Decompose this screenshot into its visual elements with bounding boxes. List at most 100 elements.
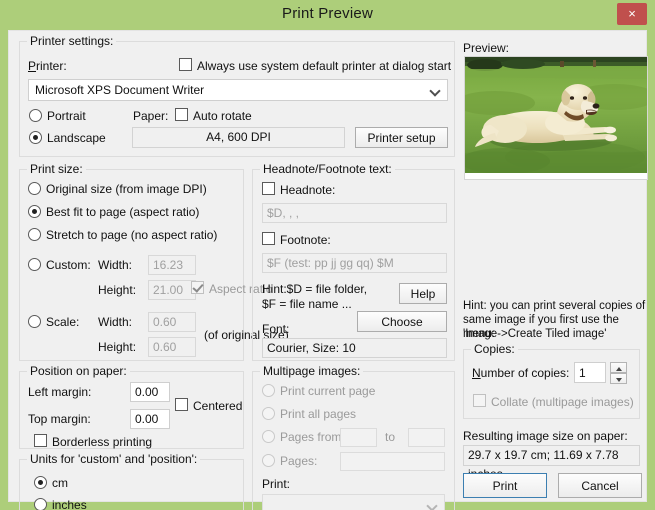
always-default-printer-label: Always use system default printer at dia… — [197, 59, 452, 73]
chevron-down-icon — [431, 87, 440, 93]
auto-rotate-checkbox[interactable] — [175, 108, 188, 121]
left-margin-label: Left margin: — [28, 385, 92, 399]
print-size-original-label: Original size (from image DPI) — [46, 182, 207, 196]
headnote-hint-line2: $F = file name ... — [262, 297, 352, 311]
left-margin-input[interactable] — [130, 382, 170, 402]
print-size-custom-label: Custom: — [46, 258, 91, 272]
custom-height-input[interactable] — [148, 280, 196, 300]
scale-height-input[interactable] — [148, 337, 196, 357]
print-size-scale-radio[interactable] — [28, 315, 41, 328]
units-legend: Units for 'custom' and 'position': — [27, 452, 201, 466]
footnote-input[interactable] — [262, 253, 447, 273]
centered-checkbox[interactable] — [175, 398, 188, 411]
headnote-checkbox[interactable] — [262, 182, 275, 195]
number-of-copies-stepper[interactable] — [610, 362, 627, 384]
collate-checkbox[interactable] — [473, 394, 486, 407]
number-of-copies-label: Number of copies: — [472, 366, 570, 380]
cancel-button[interactable]: Cancel — [558, 473, 642, 498]
help-button[interactable]: Help — [399, 283, 447, 304]
print-button[interactable]: Print — [463, 473, 547, 498]
units-inches-label: inches — [52, 498, 87, 510]
choose-font-button[interactable]: Choose — [357, 311, 447, 332]
pages-to-input[interactable] — [408, 428, 445, 447]
print-mode-combo[interactable] — [262, 494, 445, 510]
headnote-footnote-legend: Headnote/Footnote text: — [260, 162, 395, 176]
number-of-copies-input[interactable] — [574, 362, 606, 383]
orientation-portrait-radio[interactable] — [29, 109, 42, 122]
print-all-pages-label: Print all pages — [280, 407, 357, 421]
top-margin-input[interactable] — [130, 409, 170, 429]
always-default-printer-checkbox[interactable] — [179, 58, 192, 71]
orientation-landscape-radio[interactable] — [29, 131, 42, 144]
borderless-printing-checkbox[interactable] — [34, 434, 47, 447]
print-size-stretch-label: Stretch to page (no aspect ratio) — [46, 228, 218, 242]
print-size-bestfit-label: Best fit to page (aspect ratio) — [46, 205, 200, 219]
stepper-down-icon[interactable] — [610, 373, 627, 384]
pages-to-label: to — [385, 430, 396, 444]
copies-hint-line3: 'Image->Create Tiled image' — [463, 328, 607, 340]
custom-height-label: Height: — [98, 283, 137, 297]
collate-label: Collate (multipage images) — [491, 395, 634, 409]
copies-hint-line1: Hint: you can print several copies of — [463, 300, 646, 312]
pages-from-input[interactable] — [340, 428, 377, 447]
pages-label: Pages: — [280, 454, 318, 468]
print-size-bestfit-radio[interactable] — [28, 205, 41, 218]
print-size-original-radio[interactable] — [28, 182, 41, 195]
footnote-checkbox[interactable] — [262, 232, 275, 245]
preview-label: Preview: — [463, 41, 510, 55]
custom-width-label: Width: — [98, 258, 133, 272]
pages-from-radio[interactable] — [262, 430, 275, 443]
print-all-pages-radio[interactable] — [262, 407, 275, 420]
copies-group: Copies: Number of copies: Collate (multi… — [463, 342, 640, 419]
multipage-images-group: Multipage images: Print current page Pri… — [252, 364, 455, 510]
printer-setup-button[interactable]: Printer setup — [355, 127, 448, 148]
units-inches-radio[interactable] — [34, 498, 47, 510]
units-group: Units for 'custom' and 'position': cm in… — [19, 452, 244, 510]
preview-frame — [464, 56, 648, 180]
print-preview-dialog: Print Preview × Printer settings: Printe… — [0, 0, 655, 510]
stepper-up-icon[interactable] — [610, 362, 627, 373]
printer-label: Printer: — [28, 59, 67, 73]
chevron-down-icon — [428, 502, 437, 508]
pages-from-label: Pages from: — [280, 430, 345, 444]
top-margin-label: Top margin: — [28, 412, 91, 426]
paper-info-field: A4, 600 DPI — [132, 127, 345, 148]
centered-label: Centered — [193, 399, 243, 413]
title-bar: Print Preview × — [0, 0, 655, 30]
printer-settings-legend: Printer settings: — [27, 34, 117, 48]
dog-photo-image — [465, 57, 647, 173]
headnote-input[interactable] — [262, 203, 447, 223]
printer-settings-group: Printer settings: Printer: Always use sy… — [19, 34, 455, 157]
window-title: Print Preview — [282, 5, 373, 22]
print-size-group: Print size: Original size (from image DP… — [19, 162, 289, 361]
font-label: Font: — [262, 322, 290, 336]
custom-width-input[interactable] — [148, 255, 196, 275]
print-size-stretch-radio[interactable] — [28, 228, 41, 241]
auto-rotate-label: Auto rotate — [193, 109, 252, 123]
close-icon[interactable]: × — [617, 3, 647, 25]
pages-radio[interactable] — [262, 454, 275, 467]
print-current-page-label: Print current page — [280, 384, 376, 398]
resulting-size-label: Resulting image size on paper: — [463, 429, 628, 443]
headnote-footnote-group: Headnote/Footnote text: Headnote: Footno… — [252, 162, 455, 361]
font-value-field: Courier, Size: 10 — [262, 338, 447, 358]
units-cm-radio[interactable] — [34, 476, 47, 489]
headnote-label: Headnote: — [280, 183, 336, 197]
pages-input[interactable] — [340, 452, 445, 471]
dialog-client-area: Printer settings: Printer: Always use sy… — [8, 30, 648, 510]
units-cm-label: cm — [52, 476, 68, 490]
copies-legend: Copies: — [471, 342, 518, 356]
print-current-page-radio[interactable] — [262, 384, 275, 397]
aspect-ratio-checkbox[interactable] — [191, 281, 204, 294]
preview-photo — [465, 57, 647, 173]
footnote-label: Footnote: — [280, 233, 331, 247]
resulting-size-value: 29.7 x 19.7 cm; 11.69 x 7.78 inches — [463, 445, 640, 481]
printer-combo[interactable]: Microsoft XPS Document Writer — [28, 79, 448, 101]
scale-width-input[interactable] — [148, 312, 196, 332]
print-mode-label: Print: — [262, 477, 291, 491]
print-size-custom-radio[interactable] — [28, 258, 41, 271]
scale-height-label: Height: — [98, 340, 137, 354]
print-size-legend: Print size: — [27, 162, 86, 176]
position-on-paper-legend: Position on paper: — [27, 364, 130, 378]
multipage-images-legend: Multipage images: — [260, 364, 364, 378]
